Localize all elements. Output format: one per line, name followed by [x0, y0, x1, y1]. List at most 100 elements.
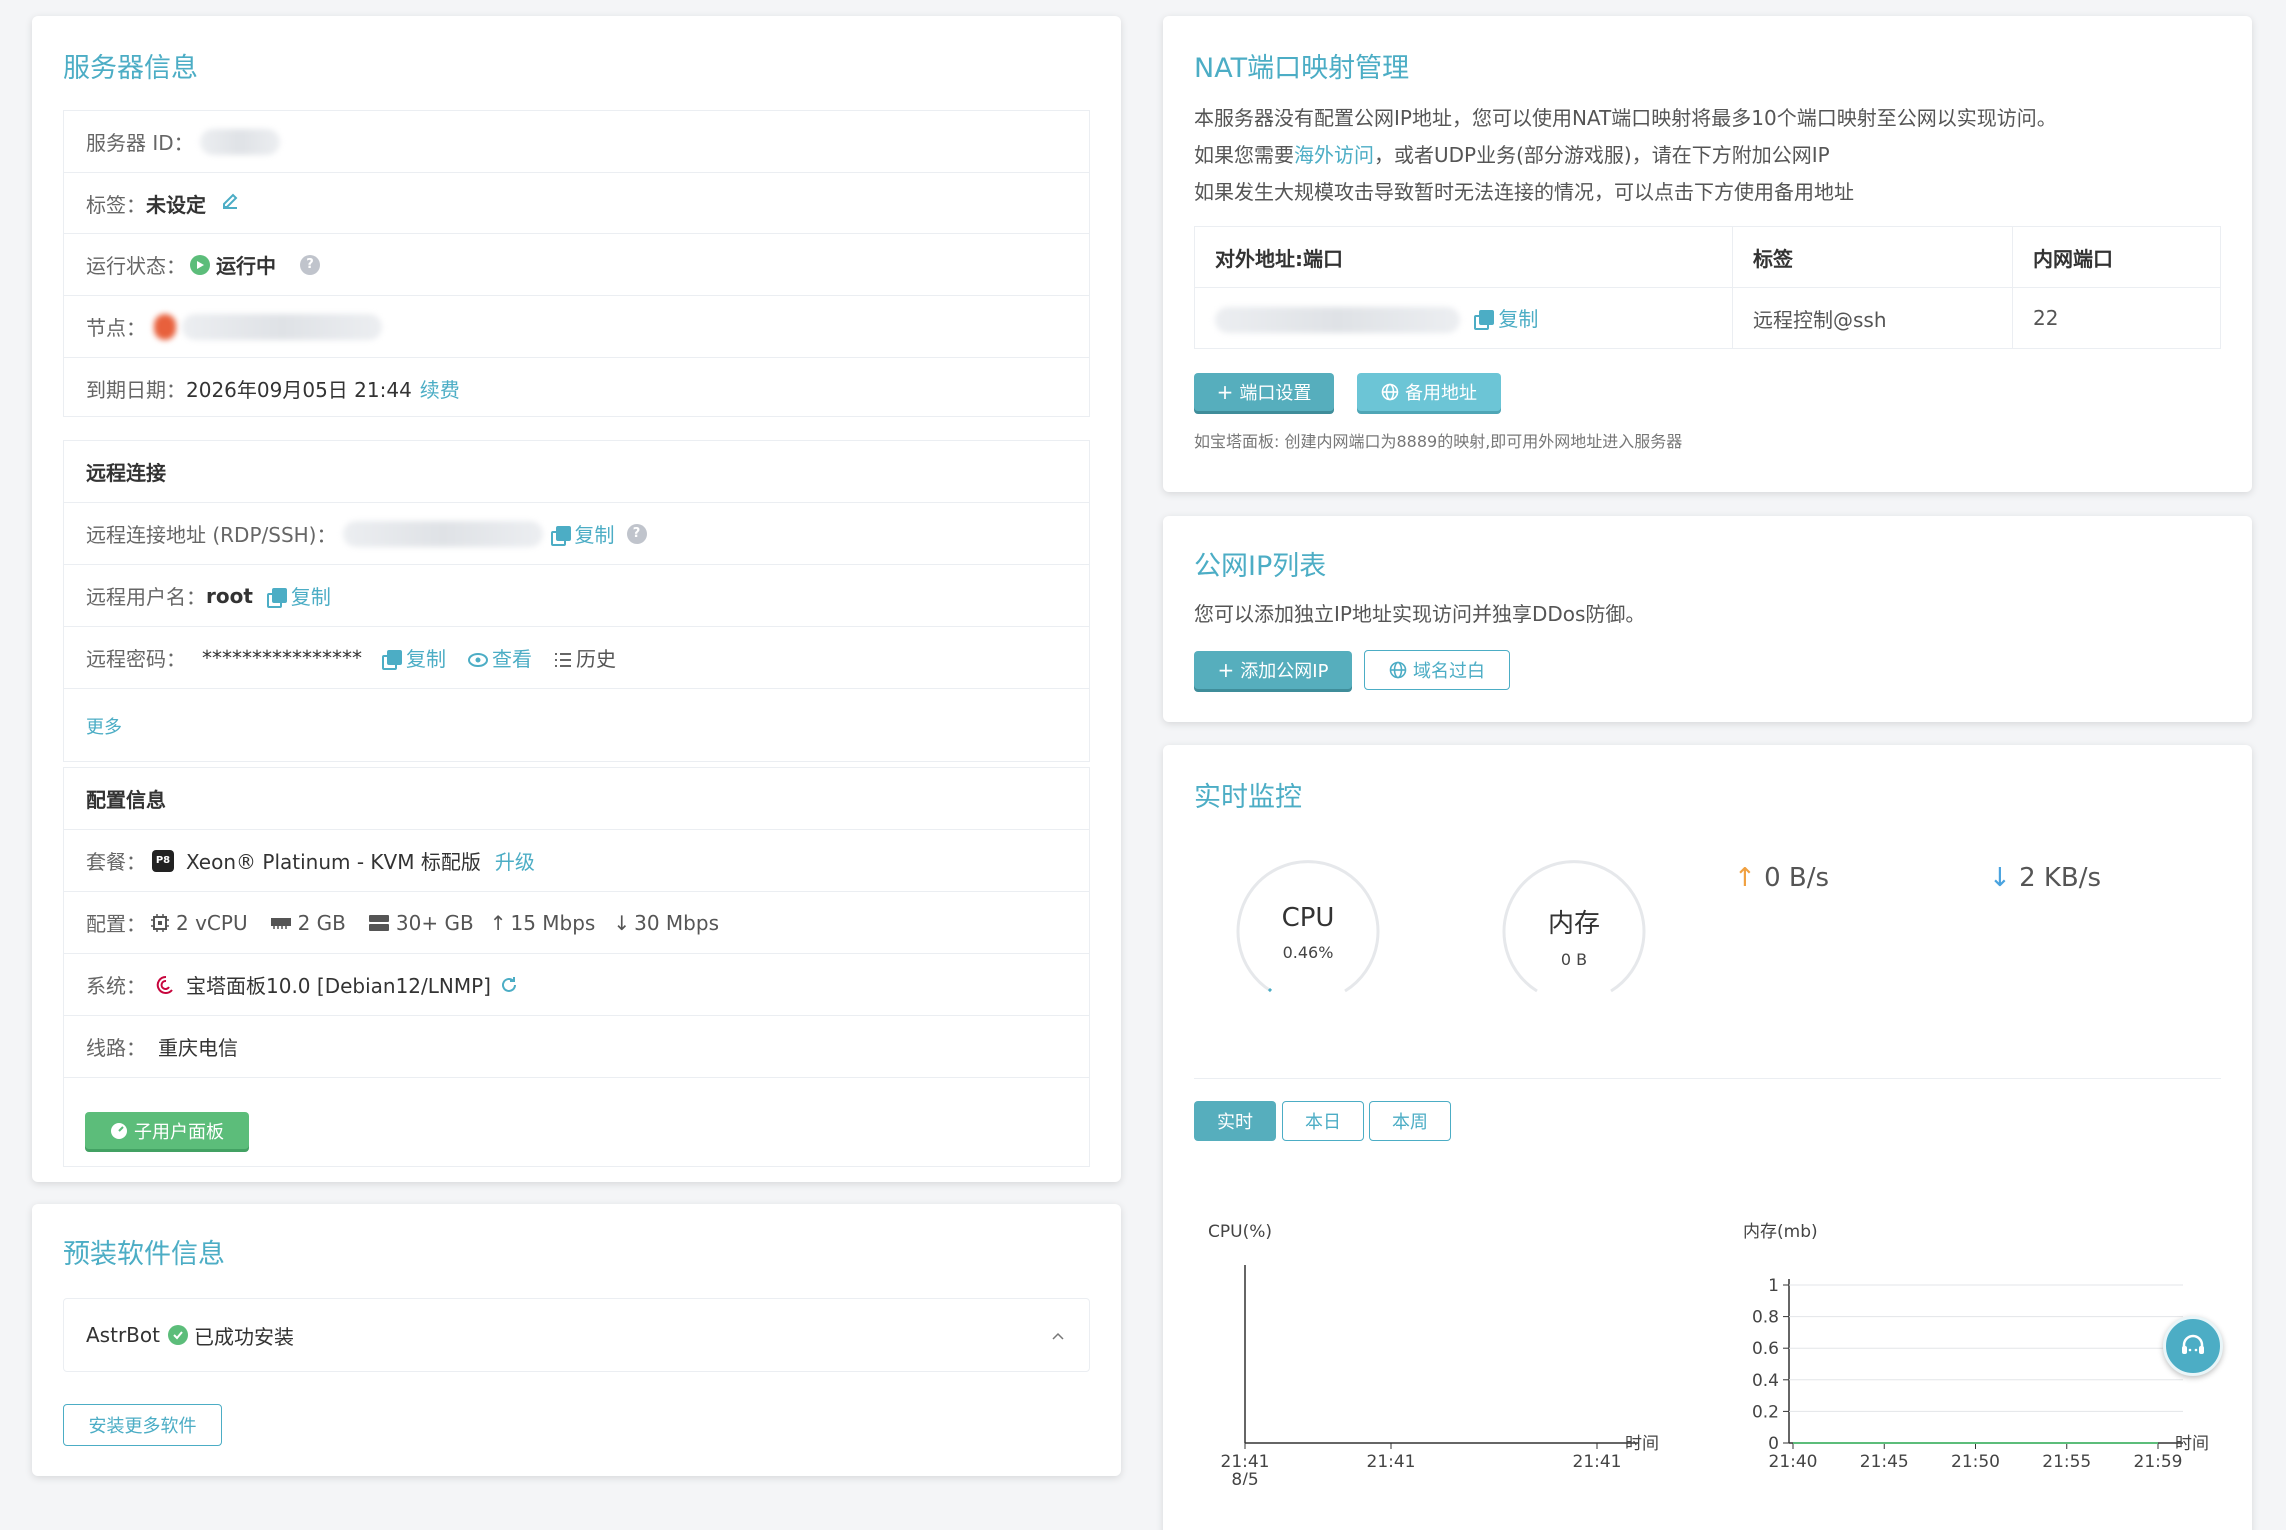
status-label: 运行状态： — [86, 254, 186, 278]
copy-icon — [266, 588, 287, 608]
memory-gauge-title: 内存 — [1547, 909, 1600, 939]
server-id-row: 服务器 ID： — [64, 111, 1089, 172]
disk-icon — [368, 914, 389, 931]
refresh-icon[interactable] — [499, 975, 519, 995]
config-box: 配置信息 套餐： P8 Xeon® Platinum - KVM 标配版 升级 … — [63, 767, 1090, 1167]
nat-port-cell: 22 — [2012, 287, 2221, 349]
nat-desc-line3: 如果发生大规模攻击导致暂时无法连接的情况，可以点击下方使用备用地址 — [1194, 180, 1854, 204]
os-value: 宝塔面板10.0 [Debian12/LNMP] — [186, 974, 491, 998]
nat-desc-line2: 如果您需要海外访问，或者UDP业务(部分游戏服)，请在下方附加公网IP — [1194, 139, 1830, 168]
nat-header-address: 对外地址:端口 — [1194, 226, 1733, 288]
arrow-up-icon: ↑ — [1734, 863, 1756, 893]
globe-icon — [1389, 661, 1407, 679]
nat-address-cell: 复制 — [1194, 287, 1733, 349]
memory-chart-y-tick-label: 0.4 — [1752, 1371, 1779, 1391]
help-icon[interactable]: ? — [626, 523, 647, 544]
memory-chart-x-tick-label: 21:45 — [1860, 1452, 1909, 1472]
copy-password-button[interactable]: 复制 — [382, 643, 446, 672]
copy-address-button[interactable]: 复制 — [550, 519, 615, 548]
plan-value: Xeon® Platinum - KVM 标配版 — [186, 850, 481, 874]
download-rate: ↓ 2 KB/s — [1989, 863, 2101, 893]
remote-address-label: 远程连接地址 (RDP/SSH)： — [86, 523, 337, 547]
line-row: 线路： 重庆电信 — [64, 1015, 1089, 1077]
software-item[interactable]: AstrBot 已成功安装 — [63, 1298, 1090, 1372]
memory-chart-x-tick-label: 21:50 — [1951, 1452, 2000, 1472]
tab-today[interactable]: 本日 — [1282, 1101, 1364, 1141]
tag-value: 未设定 — [146, 192, 206, 217]
cpu-chart-x-tick-label: 21:41 — [1221, 1452, 1270, 1472]
download-value: 30 Mbps — [634, 910, 719, 935]
spec-label: 配置： — [86, 912, 146, 936]
tab-week-label: 本周 — [1392, 1112, 1428, 1133]
cpu-icon — [151, 913, 169, 932]
line-value: 重庆电信 — [158, 1036, 238, 1060]
copy-nat-label: 复制 — [1498, 306, 1539, 331]
port-settings-label: 端口设置 — [1239, 383, 1312, 404]
help-icon[interactable]: ? — [300, 254, 320, 275]
server-id-label: 服务器 ID： — [86, 131, 194, 155]
domain-whitelist-label: 域名过白 — [1413, 661, 1485, 682]
basic-info-box: 服务器 ID： 标签： 未设定 运行状态： 运行中 ? 节点： 到期日期： 20… — [63, 110, 1090, 417]
tab-realtime-label: 实时 — [1217, 1112, 1253, 1133]
install-more-label: 安装更多软件 — [88, 1416, 197, 1437]
view-label: 查看 — [492, 647, 532, 671]
headset-icon — [2182, 1334, 2204, 1354]
copy-password-label: 复制 — [406, 647, 446, 671]
remote-user-value: root — [206, 583, 253, 608]
software-title: 预装软件信息 — [63, 1239, 225, 1270]
install-more-button[interactable]: 安装更多软件 — [63, 1404, 222, 1446]
domain-whitelist-button[interactable]: 域名过白 — [1364, 650, 1510, 690]
software-name: AstrBot — [86, 1323, 160, 1347]
expiry-label: 到期日期： — [86, 377, 186, 402]
subuser-panel-button[interactable]: 子用户面板 — [85, 1112, 249, 1149]
port-settings-button[interactable]: + 端口设置 — [1194, 373, 1334, 411]
ram-icon — [270, 917, 291, 929]
nat-address-blurred — [1215, 307, 1460, 334]
add-public-ip-label: 添加公网IP — [1240, 661, 1329, 682]
upgrade-link[interactable]: 升级 — [495, 846, 535, 875]
customer-service-button[interactable] — [2163, 1316, 2223, 1376]
upload-rate-value: 0 B/s — [1764, 863, 1830, 893]
copy-icon — [1474, 309, 1495, 330]
memory-chart-y-tick-label: 0.6 — [1752, 1339, 1779, 1359]
upload-rate: ↑ 0 B/s — [1734, 863, 1829, 893]
server-info-title: 服务器信息 — [63, 53, 198, 84]
memory-chart-y-tick-label: 0.8 — [1752, 1308, 1779, 1328]
status-row: 运行状态： 运行中 ? — [64, 233, 1089, 295]
config-title-row: 配置信息 — [64, 768, 1089, 829]
overseas-access-link[interactable]: 海外访问 — [1294, 143, 1374, 167]
memory-chart-x-tick-label: 21:40 — [1769, 1452, 1818, 1472]
copy-user-button[interactable]: 复制 — [266, 581, 331, 610]
tag-row: 标签： 未设定 — [64, 172, 1089, 233]
view-password-button[interactable]: 查看 — [468, 643, 532, 672]
list-icon — [555, 653, 571, 667]
public-ip-title: 公网IP列表 — [1194, 551, 1327, 582]
edit-icon[interactable] — [220, 191, 240, 216]
more-link[interactable]: 更多 — [86, 713, 122, 739]
node-flag-blurred — [154, 313, 176, 340]
copy-nat-button[interactable]: 复制 — [1474, 307, 1538, 331]
memory-chart-x-tick-label: 21:59 — [2134, 1452, 2183, 1472]
plan-row: 套餐： P8 Xeon® Platinum - KVM 标配版 升级 — [64, 829, 1089, 891]
download-rate-value: 2 KB/s — [2019, 863, 2102, 893]
renew-link[interactable]: 续费 — [420, 374, 460, 403]
tab-week[interactable]: 本周 — [1369, 1101, 1451, 1141]
server-id-blurred — [199, 128, 280, 155]
eye-icon — [468, 653, 488, 667]
spec-row: 配置： 2 vCPU 2 GB 30+ GB ↑ 15 Mbps ↓ 30 Mb… — [64, 891, 1089, 953]
remote-password-value: **************** — [202, 645, 362, 670]
server-info-card: 服务器信息 服务器 ID： 标签： 未设定 运行状态： 运行中 ? 节点： 到期… — [32, 16, 1121, 1182]
node-name-blurred — [182, 313, 382, 340]
nat-table: 对外地址:端口 标签 内网端口 复制 远程控制@ssh 22 — [1194, 226, 2221, 349]
history-button[interactable]: 历史 — [554, 643, 616, 672]
tab-realtime[interactable]: 实时 — [1194, 1101, 1276, 1141]
public-ip-desc: 您可以添加独立IP地址实现访问并独享DDos防御。 — [1194, 602, 1646, 626]
backup-address-button[interactable]: 备用地址 — [1357, 373, 1501, 411]
plan-badge: P8 — [152, 849, 174, 872]
ram-value: 2 GB — [297, 910, 346, 935]
debian-icon — [156, 975, 173, 994]
add-public-ip-button[interactable]: + 添加公网IP — [1194, 651, 1352, 689]
chevron-up-icon[interactable] — [1051, 1331, 1065, 1341]
cpu-chart-x-tick-label: 21:41 — [1367, 1452, 1416, 1472]
remote-box: 远程连接 远程连接地址 (RDP/SSH)： 复制 ? 远程用户名： root … — [63, 440, 1090, 762]
